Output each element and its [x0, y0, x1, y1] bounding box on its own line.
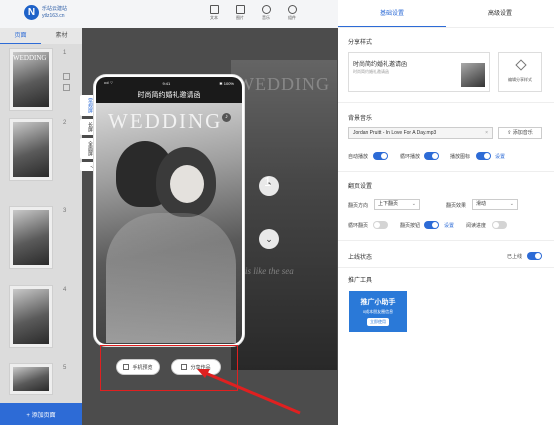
- settings-panel: 基础设置 高级设置 分享样式 时尚简约婚礼邀请函 时尚简约婚礼邀请函 编辑分享样…: [338, 0, 554, 425]
- loop-toggle[interactable]: [424, 152, 439, 160]
- copy-page-icon[interactable]: [63, 73, 70, 80]
- screen-type-tabs: 常规屏 长屏 全面屏 ?: [80, 95, 94, 174]
- image-icon: [235, 5, 245, 14]
- page-down-button[interactable]: ⌄: [259, 229, 279, 249]
- tab-normal-screen[interactable]: 常规屏: [80, 95, 94, 116]
- toolbar-music-button[interactable]: 音乐: [257, 3, 275, 21]
- tab-pages[interactable]: 页面: [0, 28, 41, 44]
- page-number: 3: [63, 208, 67, 214]
- share-thumbnail: [461, 63, 485, 87]
- phone-status-bar: •ııl ⌔ 9:41 ✱ 100%: [96, 77, 242, 89]
- share-card: 时尚简约婚礼邀请函 时尚简约婚礼邀请函: [348, 52, 490, 92]
- music-settings-link[interactable]: 设置: [495, 153, 505, 160]
- page-thumbnail-5[interactable]: [9, 363, 53, 395]
- tab-long-screen[interactable]: 长屏: [80, 119, 94, 135]
- tab-basic-settings[interactable]: 基础设置: [338, 0, 446, 27]
- invitation-title: 时尚简约婚礼邀请函: [96, 89, 242, 103]
- toolbar-text-button[interactable]: 文本: [205, 3, 223, 21]
- music-file-field[interactable]: Jordan Pruitt - In Love For A Day.mp3 ×: [348, 127, 493, 139]
- music-icon: [261, 5, 271, 14]
- flip-button-label: 翻页按钮: [400, 223, 421, 229]
- loop-flip-toggle[interactable]: [373, 221, 388, 229]
- page-number: 2: [63, 120, 67, 126]
- flip-direction-label: 翻页方向: [348, 203, 369, 209]
- wedding-photo: WEDDING ♪: [96, 103, 242, 344]
- page-thumbnail-4[interactable]: [9, 285, 53, 348]
- read-progress-toggle[interactable]: [492, 221, 507, 229]
- settings-tabs: 基础设置 高级设置: [338, 0, 554, 28]
- page-number: 1: [63, 50, 67, 56]
- logo-badge: N: [24, 5, 39, 20]
- share-work-button[interactable]: 分享作品: [171, 359, 221, 375]
- qrcode-icon: [123, 364, 130, 370]
- phone-preview-button[interactable]: 手机预览: [116, 359, 160, 375]
- flip-direction-select[interactable]: 上下翻页 ⌄: [374, 199, 420, 210]
- publish-status-title: 上线状态: [348, 255, 373, 261]
- publish-status-text: 已上线: [507, 254, 523, 260]
- page-thumbnail-2[interactable]: [9, 118, 53, 181]
- toolbar-component-button[interactable]: 组件: [283, 3, 301, 21]
- current-page-indicator: 1: [264, 174, 272, 189]
- page-number: 5: [63, 365, 67, 371]
- use-now-button[interactable]: 立即使用: [367, 318, 389, 326]
- promo-assistant-banner[interactable]: 推广小助手 0成本朋友圈信息 立即使用: [349, 291, 407, 332]
- bg-music-title: 背景音乐: [348, 116, 373, 122]
- promo-tools-title: 推广工具: [348, 278, 373, 284]
- flip-settings-link[interactable]: 设置: [444, 222, 454, 229]
- add-music-button[interactable]: ⇪ 添加音乐: [498, 127, 542, 139]
- tab-assets[interactable]: 素材: [41, 28, 82, 44]
- loop-flip-label: 循环翻页: [348, 223, 369, 229]
- play-icon-toggle[interactable]: [476, 152, 491, 160]
- edit-icon: [515, 59, 527, 71]
- tab-full-screen[interactable]: 全面屏: [80, 138, 94, 159]
- page-list-panel: 页面 素材 WEDDING 1 2 3 4 5 + 添加页面: [0, 28, 82, 425]
- text-icon: [209, 5, 219, 14]
- chevron-down-icon: ⌄: [509, 201, 514, 207]
- top-bar: N 乐站云建站 ytlz163.cn 文本 图片 音乐 组件: [0, 0, 338, 28]
- share-style-title: 分享样式: [348, 40, 373, 46]
- flip-button-toggle[interactable]: [424, 221, 439, 229]
- publish-toggle[interactable]: [527, 252, 542, 260]
- flip-effect-label: 翻页效果: [446, 203, 467, 209]
- delete-page-icon[interactable]: [63, 84, 70, 91]
- tab-advanced-settings[interactable]: 高级设置: [446, 0, 554, 27]
- share-icon: [181, 364, 188, 370]
- phone-preview: •ııl ⌔ 9:41 ✱ 100% 时尚简约婚礼邀请函 WEDDING ♪: [94, 75, 244, 346]
- play-icon-label: 播放图标: [450, 154, 471, 160]
- autoplay-toggle[interactable]: [373, 152, 388, 160]
- clear-music-icon[interactable]: ×: [485, 128, 488, 138]
- edit-share-style-button[interactable]: 编辑分享样式: [498, 52, 542, 92]
- help-tab[interactable]: ?: [80, 162, 94, 171]
- page-flip-title: 翻页设置: [348, 184, 373, 190]
- read-progress-label: 阅读进度: [466, 223, 487, 229]
- left-tabs: 页面 素材: [0, 28, 82, 44]
- component-icon: [287, 5, 297, 14]
- autoplay-label: 自动播放: [348, 154, 369, 160]
- logo-text: 乐站云建站 ytlz163.cn: [42, 6, 68, 19]
- music-note-icon[interactable]: ♪: [222, 113, 231, 122]
- page-number: 4: [63, 287, 67, 293]
- flip-effect-select[interactable]: 滑动 ⌄: [472, 199, 518, 210]
- loop-label: 循环播放: [400, 154, 421, 160]
- toolbar-image-button[interactable]: 图片: [231, 3, 249, 21]
- add-page-button[interactable]: + 添加页面: [0, 403, 82, 425]
- chevron-down-icon: ⌄: [411, 201, 416, 207]
- page-thumbnail-3[interactable]: [9, 206, 53, 269]
- page-thumbnail-1[interactable]: WEDDING: [9, 48, 53, 111]
